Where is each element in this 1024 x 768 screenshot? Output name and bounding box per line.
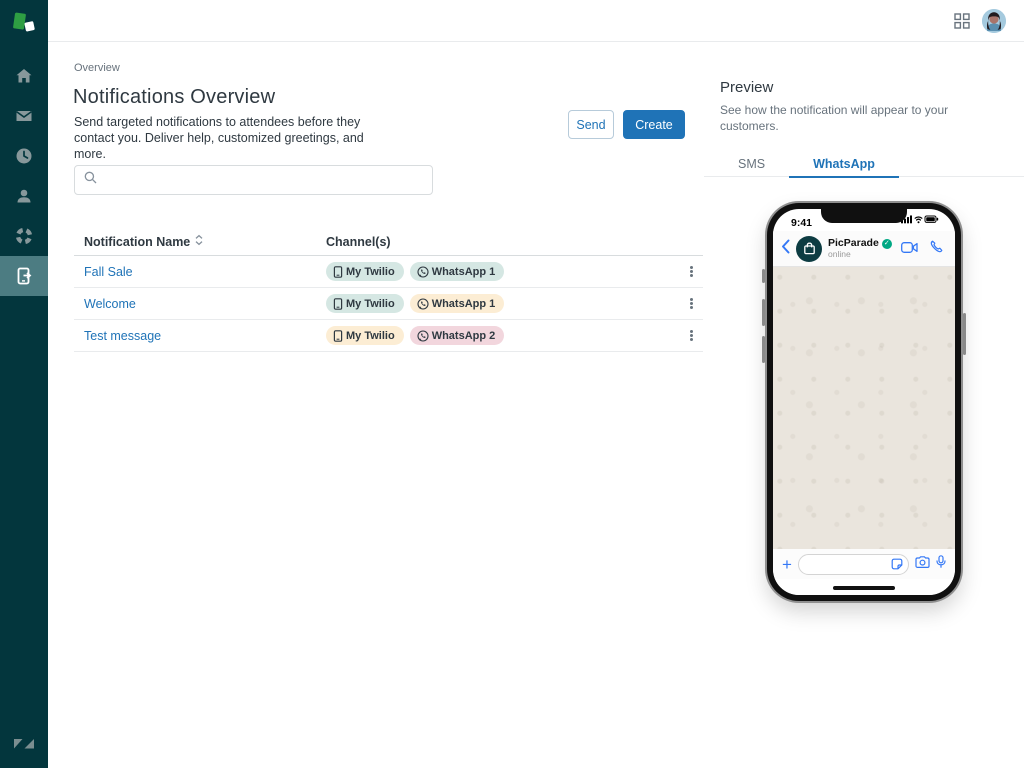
user-avatar[interactable] [982,9,1006,33]
app-window: Overview Notifications Overview Send tar… [0,0,1024,768]
contact-name[interactable]: PicParade [828,238,879,250]
home-icon [15,67,33,85]
phone-export-icon [14,266,34,286]
home-bar-zone [773,579,955,595]
sort-icon[interactable] [195,234,203,249]
sidebar-item-history[interactable] [0,136,48,176]
channel-badge: WhatsApp 1 [410,294,505,313]
topbar [48,0,1024,42]
channel-badge: My Twilio [326,326,404,345]
notification-link[interactable]: Welcome [74,297,326,311]
sidebar-item-support[interactable] [0,216,48,256]
mobile-phone-icon [333,266,343,278]
sidebar [0,0,48,768]
channel-badge: My Twilio [326,294,404,313]
preview-panel: Preview See how the notification will ap… [704,42,1024,640]
phone-volume-down-button [762,336,765,363]
row-menu-button[interactable] [679,265,703,278]
table-header: Notification Name Channel(s) [74,228,703,256]
camera-icon[interactable] [915,555,930,573]
page-title: Notifications Overview [73,86,275,109]
preview-subtitle: See how the notification will appear to … [720,102,952,134]
home-indicator[interactable] [833,586,895,590]
phone-volume-up-button [762,299,765,326]
tab-whatsapp[interactable]: WhatsApp [789,151,899,178]
phone-mute-switch [762,269,765,283]
channel-badge: WhatsApp 1 [410,262,505,281]
column-notification-name[interactable]: Notification Name [84,235,190,249]
whatsapp-input-bar: + [773,549,955,579]
search-box [74,165,433,195]
phone-notch [821,209,907,223]
sticker-icon [891,558,903,570]
life-ring-icon [15,227,33,245]
row-menu-button[interactable] [679,329,703,342]
send-button[interactable]: Send [568,110,614,139]
sidebar-item-notifications[interactable] [0,256,48,296]
tab-sms[interactable]: SMS [714,151,789,178]
app-grid-icon[interactable] [954,13,970,29]
table-row: Test message My Twilio WhatsApp 2 [74,320,703,352]
statusbar-time: 9:41 [791,217,812,229]
verified-badge-icon: ✓ [882,239,892,249]
phone-screen: 9:41 [773,209,955,595]
column-channels: Channel(s) [326,235,703,249]
back-chevron-icon[interactable] [781,239,790,259]
whatsapp-icon [417,266,429,278]
whatsapp-chat-header: PicParade ✓ online [773,231,955,267]
breadcrumb: Overview [74,62,120,74]
table-row: Welcome My Twilio WhatsApp 1 [74,288,703,320]
product-logo-icon[interactable] [0,8,48,38]
row-menu-button[interactable] [679,297,703,310]
whatsapp-icon [417,298,429,310]
preview-title: Preview [720,79,773,96]
preview-tabs: SMS WhatsApp [704,151,1024,177]
phone-mockup: 9:41 [767,203,961,601]
notifications-table: Notification Name Channel(s) Fall Sale M… [74,228,703,352]
create-button[interactable]: Create [623,110,685,139]
sidebar-item-mail[interactable] [0,96,48,136]
message-input[interactable] [798,554,909,575]
mobile-phone-icon [333,298,343,310]
sidebar-item-contacts[interactable] [0,176,48,216]
clock-icon [15,147,33,165]
sidebar-item-home[interactable] [0,56,48,96]
zendesk-logo-icon [0,730,48,758]
contact-avatar[interactable] [796,236,822,262]
chat-background [773,267,955,549]
voice-call-icon[interactable] [930,240,943,258]
table-row: Fall Sale My Twilio WhatsApp 1 [74,256,703,288]
search-icon [84,171,97,189]
attach-plus-icon[interactable]: + [782,556,792,573]
person-icon [15,187,33,205]
contact-presence: online [828,250,895,259]
search-input[interactable] [103,173,432,187]
main-content: Overview Notifications Overview Send tar… [48,42,704,640]
channel-badge: WhatsApp 2 [410,326,505,345]
notification-link[interactable]: Fall Sale [74,265,326,279]
phone-power-button [963,313,966,355]
notification-link[interactable]: Test message [74,329,326,343]
channel-badge: My Twilio [326,262,404,281]
mail-icon [15,107,33,125]
shopping-bag-icon [803,242,816,255]
mobile-phone-icon [333,330,343,342]
microphone-icon[interactable] [936,555,946,573]
whatsapp-icon [417,330,429,342]
page-subtitle: Send targeted notifications to attendees… [74,114,396,162]
video-call-icon[interactable] [901,240,918,258]
